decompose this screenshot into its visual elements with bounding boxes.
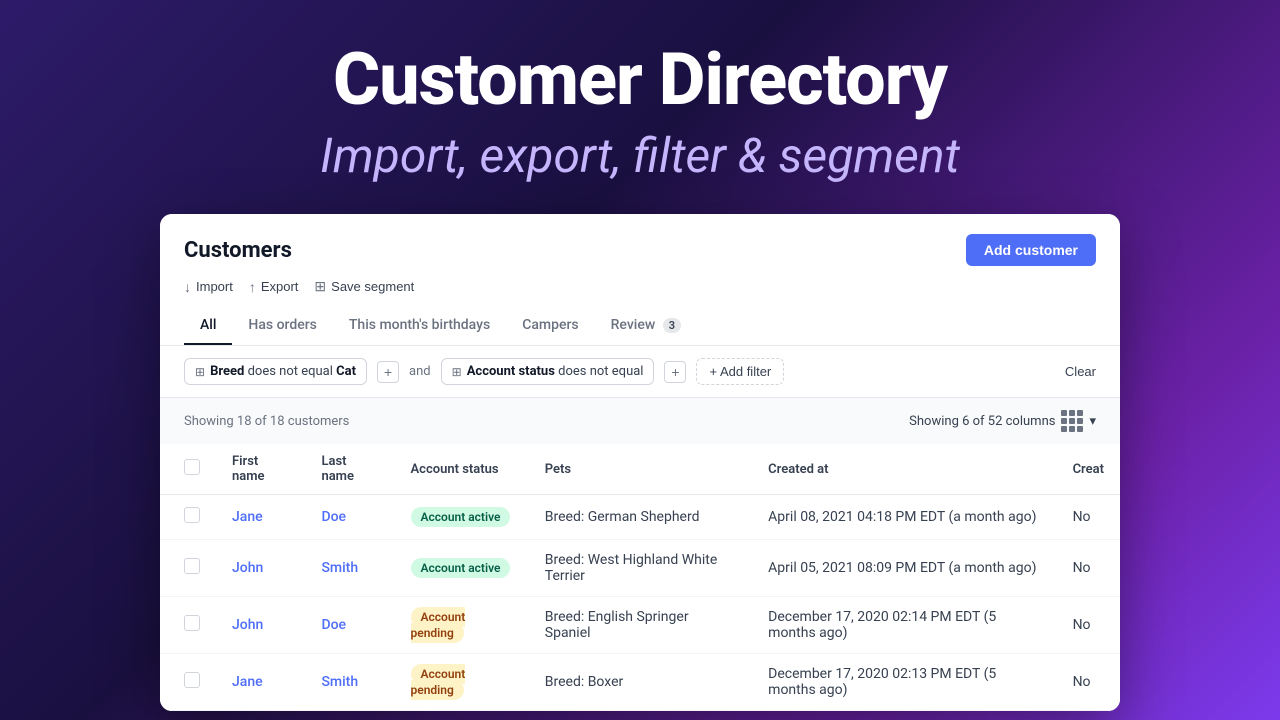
filters-row: ⊞ Breed does not equal Cat + and ⊞ Accou… xyxy=(160,346,1120,398)
filter-account-status[interactable]: ⊞ Account status does not equal xyxy=(441,358,655,385)
hero-subtitle: Import, export, filter & segment xyxy=(20,127,1260,184)
filter-status-icon: ⊞ xyxy=(452,365,462,379)
row-checkbox-3[interactable] xyxy=(184,672,200,688)
row-pets-0: Breed: German Shepherd xyxy=(529,495,752,540)
row-extra-3: No xyxy=(1057,654,1120,711)
table-meta: Showing 18 of 18 customers Showing 6 of … xyxy=(160,398,1120,444)
row-checkbox-0[interactable] xyxy=(184,507,200,523)
table-row: John Doe Account pending Breed: English … xyxy=(160,597,1120,654)
row-first-name-0: Jane xyxy=(216,495,305,540)
tab-birthdays[interactable]: This month's birthdays xyxy=(333,307,506,345)
status-badge-2: Account pending xyxy=(411,607,466,643)
panel-title: Customers xyxy=(184,238,292,263)
import-icon: ↓ xyxy=(184,279,191,295)
last-name-link-1[interactable]: Smith xyxy=(321,560,358,576)
table-header-row: First name Last name Account status Pets xyxy=(160,444,1120,495)
and-label: and xyxy=(409,364,431,379)
customers-table-wrapper: First name Last name Account status Pets xyxy=(160,444,1120,711)
review-badge: 3 xyxy=(663,318,681,333)
header-checkbox-col xyxy=(160,444,216,495)
tab-review[interactable]: Review 3 xyxy=(595,307,697,345)
header-account-status[interactable]: Account status xyxy=(395,444,529,495)
row-account-status-3: Account pending xyxy=(395,654,529,711)
hero-title: Customer Directory xyxy=(20,40,1260,119)
columns-text: Showing 6 of 52 columns xyxy=(909,414,1055,429)
row-last-name-3: Smith xyxy=(305,654,394,711)
action-row: ↓ Import ↑ Export ⊞ Save segment xyxy=(184,278,1096,295)
add-customer-button[interactable]: Add customer xyxy=(966,234,1096,266)
row-last-name-0: Doe xyxy=(305,495,394,540)
tab-campers[interactable]: Campers xyxy=(506,307,594,345)
customers-panel: Customers Add customer ↓ Import ↑ Export… xyxy=(160,214,1120,711)
row-account-status-2: Account pending xyxy=(395,597,529,654)
filter-breed[interactable]: ⊞ Breed does not equal Cat xyxy=(184,358,367,385)
first-name-link-1[interactable]: John xyxy=(232,560,263,576)
clear-filters-button[interactable]: Clear xyxy=(1065,364,1096,379)
import-button[interactable]: ↓ Import xyxy=(184,278,233,295)
columns-selector[interactable]: Showing 6 of 52 columns ▾ xyxy=(909,410,1096,432)
row-created-at-1: April 05, 2021 08:09 PM EDT (a month ago… xyxy=(752,540,1056,597)
row-created-at-3: December 17, 2020 02:13 PM EDT (5 months… xyxy=(752,654,1056,711)
save-segment-icon: ⊞ xyxy=(314,278,326,295)
add-filter-button[interactable]: + Add filter xyxy=(696,358,784,385)
tab-all[interactable]: All xyxy=(184,307,232,345)
row-checkbox-1[interactable] xyxy=(184,558,200,574)
status-badge-1: Account active xyxy=(411,558,511,578)
row-extra-0: No xyxy=(1057,495,1120,540)
row-checkbox-cell xyxy=(160,654,216,711)
header-extra[interactable]: Creat xyxy=(1057,444,1120,495)
table-row: Jane Doe Account active Breed: German Sh… xyxy=(160,495,1120,540)
first-name-link-3[interactable]: Jane xyxy=(232,674,263,690)
header-created-at[interactable]: Created at xyxy=(752,444,1056,495)
last-name-link-0[interactable]: Doe xyxy=(321,509,346,525)
filter-breed-icon: ⊞ xyxy=(195,365,205,379)
export-icon: ↑ xyxy=(249,279,256,295)
panel-body: Showing 18 of 18 customers Showing 6 of … xyxy=(160,398,1120,711)
table-row: Jane Smith Account pending Breed: Boxer … xyxy=(160,654,1120,711)
row-account-status-0: Account active xyxy=(395,495,529,540)
row-pets-3: Breed: Boxer xyxy=(529,654,752,711)
row-pets-2: Breed: English Springer Spaniel xyxy=(529,597,752,654)
tabs-row: All Has orders This month's birthdays Ca… xyxy=(184,307,1096,345)
customers-table: First name Last name Account status Pets xyxy=(160,444,1120,711)
row-first-name-2: John xyxy=(216,597,305,654)
row-checkbox-2[interactable] xyxy=(184,615,200,631)
header-last-name[interactable]: Last name xyxy=(305,444,394,495)
status-badge-0: Account active xyxy=(411,507,511,527)
columns-grid-icon xyxy=(1061,410,1083,432)
filter-breed-add-button[interactable]: + xyxy=(377,361,399,383)
row-checkbox-cell xyxy=(160,540,216,597)
row-extra-2: No xyxy=(1057,597,1120,654)
row-extra-1: No xyxy=(1057,540,1120,597)
last-name-link-3[interactable]: Smith xyxy=(321,674,358,690)
save-segment-button[interactable]: ⊞ Save segment xyxy=(314,278,414,295)
row-account-status-1: Account active xyxy=(395,540,529,597)
row-first-name-3: Jane xyxy=(216,654,305,711)
last-name-link-2[interactable]: Doe xyxy=(321,617,346,633)
hero-section: Customer Directory Import, export, filte… xyxy=(0,0,1280,214)
panel-top-row: Customers Add customer xyxy=(184,234,1096,266)
columns-chevron-icon: ▾ xyxy=(1089,414,1096,429)
row-checkbox-cell xyxy=(160,597,216,654)
first-name-link-2[interactable]: John xyxy=(232,617,263,633)
status-badge-3: Account pending xyxy=(411,664,466,700)
panel-header: Customers Add customer ↓ Import ↑ Export… xyxy=(160,214,1120,346)
row-created-at-0: April 08, 2021 04:18 PM EDT (a month ago… xyxy=(752,495,1056,540)
row-created-at-2: December 17, 2020 02:14 PM EDT (5 months… xyxy=(752,597,1056,654)
row-pets-1: Breed: West Highland White Terrier xyxy=(529,540,752,597)
header-pets[interactable]: Pets xyxy=(529,444,752,495)
tab-has-orders[interactable]: Has orders xyxy=(232,307,332,345)
filter-status-add-button[interactable]: + xyxy=(664,361,686,383)
first-name-link-0[interactable]: Jane xyxy=(232,509,263,525)
row-last-name-1: Smith xyxy=(305,540,394,597)
showing-count: Showing 18 of 18 customers xyxy=(184,414,349,429)
select-all-checkbox[interactable] xyxy=(184,459,200,475)
row-first-name-1: John xyxy=(216,540,305,597)
table-row: John Smith Account active Breed: West Hi… xyxy=(160,540,1120,597)
header-first-name[interactable]: First name xyxy=(216,444,305,495)
row-checkbox-cell xyxy=(160,495,216,540)
export-button[interactable]: ↑ Export xyxy=(249,278,299,295)
row-last-name-2: Doe xyxy=(305,597,394,654)
